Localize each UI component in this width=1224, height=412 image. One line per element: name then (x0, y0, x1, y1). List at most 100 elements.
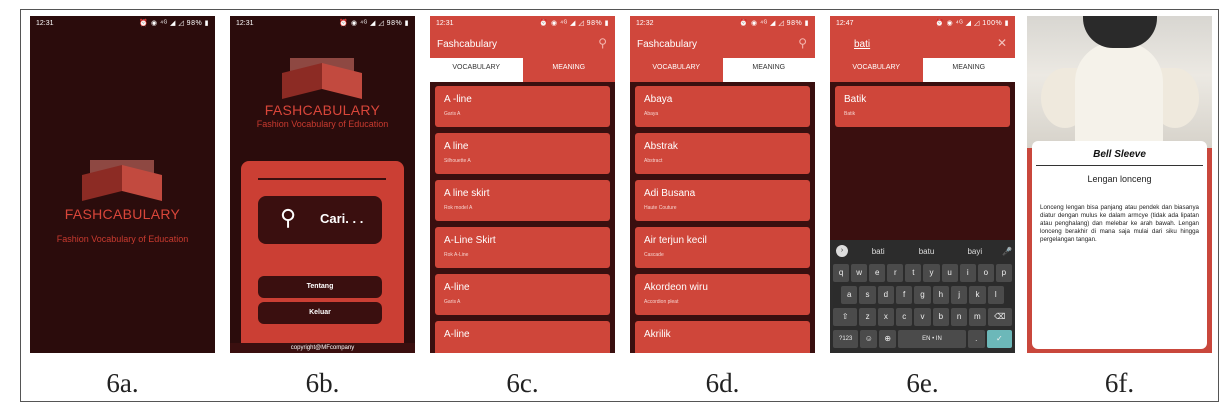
screen-vocabulary: 12:31 ⏰ ◉ ⁴ᴳ ◢ ◿ 98% ▮ Fashcabulary ⚲ VOC… (430, 16, 615, 353)
list-item[interactable]: Batik Batik (835, 86, 1010, 127)
menu-card: ⚲ Cari. . . Tentang Keluar (241, 161, 404, 353)
suggestion[interactable]: bayi (951, 247, 999, 256)
key[interactable]: u (941, 264, 958, 282)
list-item[interactable]: A-line (435, 321, 610, 353)
screen-detail: Bell Sleeve Lengan lonceng Lonceng lenga… (1027, 16, 1212, 353)
caption-6a: 6a. (106, 368, 139, 398)
key[interactable]: e (869, 264, 886, 282)
key[interactable]: x (877, 308, 895, 326)
symbols-key[interactable]: ?123 (833, 330, 859, 348)
key[interactable]: c (896, 308, 913, 326)
term-list: A -line Garis A A line Silhouette A A line… (430, 82, 615, 353)
key[interactable]: d (877, 286, 894, 304)
key[interactable]: p (995, 264, 1012, 282)
app-title: Fashcabulary (437, 39, 498, 50)
chevron-right-icon[interactable]: › (836, 245, 848, 257)
list-item[interactable]: Abstrak Abstract (635, 133, 810, 174)
suggestion[interactable]: batu (902, 247, 950, 256)
list-item[interactable]: Akordeon wiru Accordion pleat (635, 274, 810, 315)
key[interactable]: k (969, 286, 986, 304)
search-input[interactable]: bati (854, 39, 870, 50)
status-icons: ⏰ ◉ ⁴ᴳ ◢ ◿ 98% ▮ (339, 20, 409, 27)
close-icon[interactable]: ✕ (997, 36, 1007, 50)
term-title: Bell Sleeve (1093, 149, 1146, 160)
tab-vocabulary[interactable]: VOCABULARY (830, 58, 923, 82)
key[interactable]: m (969, 308, 986, 326)
status-icons: ⏰ ◉ ⁴ᴳ ◢ ◿ 98% ▮ (539, 20, 609, 27)
key[interactable]: q (833, 264, 850, 282)
shift-key[interactable]: ⇧ (833, 308, 858, 326)
caption-6e: 6e. (906, 368, 939, 398)
key[interactable]: b (932, 308, 949, 326)
tab-meaning[interactable]: MEANING (922, 58, 1015, 82)
list-item[interactable]: Adi Busana Haute Couture (635, 180, 810, 221)
list-item[interactable]: A line Silhouette A (435, 133, 610, 174)
list-item[interactable]: A line skirt Rok model A (435, 180, 610, 221)
status-bar: 12:31 ⏰ ◉ ⁴ᴳ ◢ ◿ 98% ▮ (430, 16, 615, 30)
key[interactable]: i (959, 264, 976, 282)
key[interactable]: r (887, 264, 904, 282)
search-icon[interactable]: ⚲ (598, 36, 607, 50)
app-bar: Fashcabulary ⚲ VOCABULARY MEANING (630, 30, 815, 82)
key-row-2: asdfghjkl (841, 286, 1004, 304)
brand-tagline: Fashion Vocabulary of Education (256, 119, 389, 129)
suggestion[interactable]: bati (854, 247, 902, 256)
divider (1036, 165, 1203, 166)
emoji-key[interactable]: ☺ (860, 330, 878, 348)
key[interactable]: z (859, 308, 876, 326)
mic-icon[interactable]: 🎤 (999, 247, 1015, 256)
status-time: 12:31 (436, 19, 454, 27)
search-button[interactable]: ⚲ Cari. . . (258, 196, 382, 244)
list-item[interactable]: A-Line Skirt Rok A-Line (435, 227, 610, 268)
search-button-label: Cari. . . (320, 211, 364, 226)
key[interactable]: y (923, 264, 940, 282)
key[interactable]: w (851, 264, 868, 282)
space-key[interactable]: EN • IN (898, 330, 966, 348)
key[interactable]: h (932, 286, 949, 304)
backspace-key[interactable]: ⌫ (987, 308, 1012, 326)
tab-vocabulary[interactable]: VOCABULARY (430, 58, 523, 82)
enter-key[interactable]: ✓ (986, 330, 1012, 348)
tab-vocabulary[interactable]: VOCABULARY (630, 58, 723, 82)
list-item[interactable]: Air terjun kecil Cascade (635, 227, 810, 268)
status-time: 12:47 (836, 19, 854, 27)
key[interactable]: a (841, 286, 858, 304)
key[interactable]: n (950, 308, 968, 326)
status-icons: ⏰ ◉ ⁴ᴳ ◢ ◿ 98% ▮ (739, 20, 809, 27)
copyright-text: copyright@MFcompany (230, 343, 415, 353)
term-list: Abaya Abaya Abstrak Abstract Adi Busana Hau… (630, 82, 815, 353)
garment-photo (1027, 16, 1212, 148)
globe-key[interactable]: ⊕ (879, 330, 897, 348)
status-bar: 12:31 ⏰ ◉ ⁴ᴳ ◢ ◿ 98% ▮ (30, 16, 215, 30)
exit-button[interactable]: Keluar (258, 302, 382, 324)
status-icons: ⏰ ◉ ⁴ᴳ ◢ ◿ 100% ▮ (935, 20, 1009, 27)
screen-menu: 12:31 ⏰ ◉ ⁴ᴳ ◢ ◿ 98% ▮ FASHCABULARY Fashi… (230, 16, 415, 353)
screen-splash: 12:31 ⏰ ◉ ⁴ᴳ ◢ ◿ 98% ▮ FASHCABULARY Fashi… (30, 16, 215, 353)
key[interactable]: . (967, 330, 985, 348)
about-button[interactable]: Tentang (258, 276, 382, 298)
key-row-4: ?123 ☺ ⊕ EN • IN. ✓ (833, 330, 1012, 348)
key[interactable]: t (905, 264, 922, 282)
list-item[interactable]: Abaya Abaya (635, 86, 810, 127)
list-item[interactable]: A -line Garis A (435, 86, 610, 127)
key[interactable]: v (914, 308, 931, 326)
app-title: Fashcabulary (637, 39, 698, 50)
detail-card: Bell Sleeve Lengan lonceng Lonceng lenga… (1032, 141, 1207, 349)
screen-search: 12:47 ⏰ ◉ ⁴ᴳ ◢ ◿ 100% ▮ bati ✕ VOCABULARY… (830, 16, 1015, 353)
brand-name: FASHCABULARY (264, 102, 381, 118)
term-description: Lonceng lengan bisa panjang atau pendek … (1040, 204, 1199, 243)
key-row-3: ⇧ z x c v b n m ⌫ (833, 308, 1012, 326)
key[interactable]: j (950, 286, 968, 304)
caption-6c: 6c. (506, 368, 539, 398)
search-icon[interactable]: ⚲ (798, 36, 807, 50)
list-item[interactable]: A-line Garis A (435, 274, 610, 315)
key[interactable]: o (977, 264, 994, 282)
tab-meaning[interactable]: MEANING (722, 58, 815, 82)
list-item[interactable]: Akrilik (635, 321, 810, 353)
tab-meaning[interactable]: MEANING (523, 58, 616, 82)
caption-6f: 6f. (1104, 368, 1135, 398)
key[interactable]: l (987, 286, 1004, 304)
key[interactable]: g (914, 286, 931, 304)
key[interactable]: s (859, 286, 876, 304)
key[interactable]: f (895, 286, 913, 304)
